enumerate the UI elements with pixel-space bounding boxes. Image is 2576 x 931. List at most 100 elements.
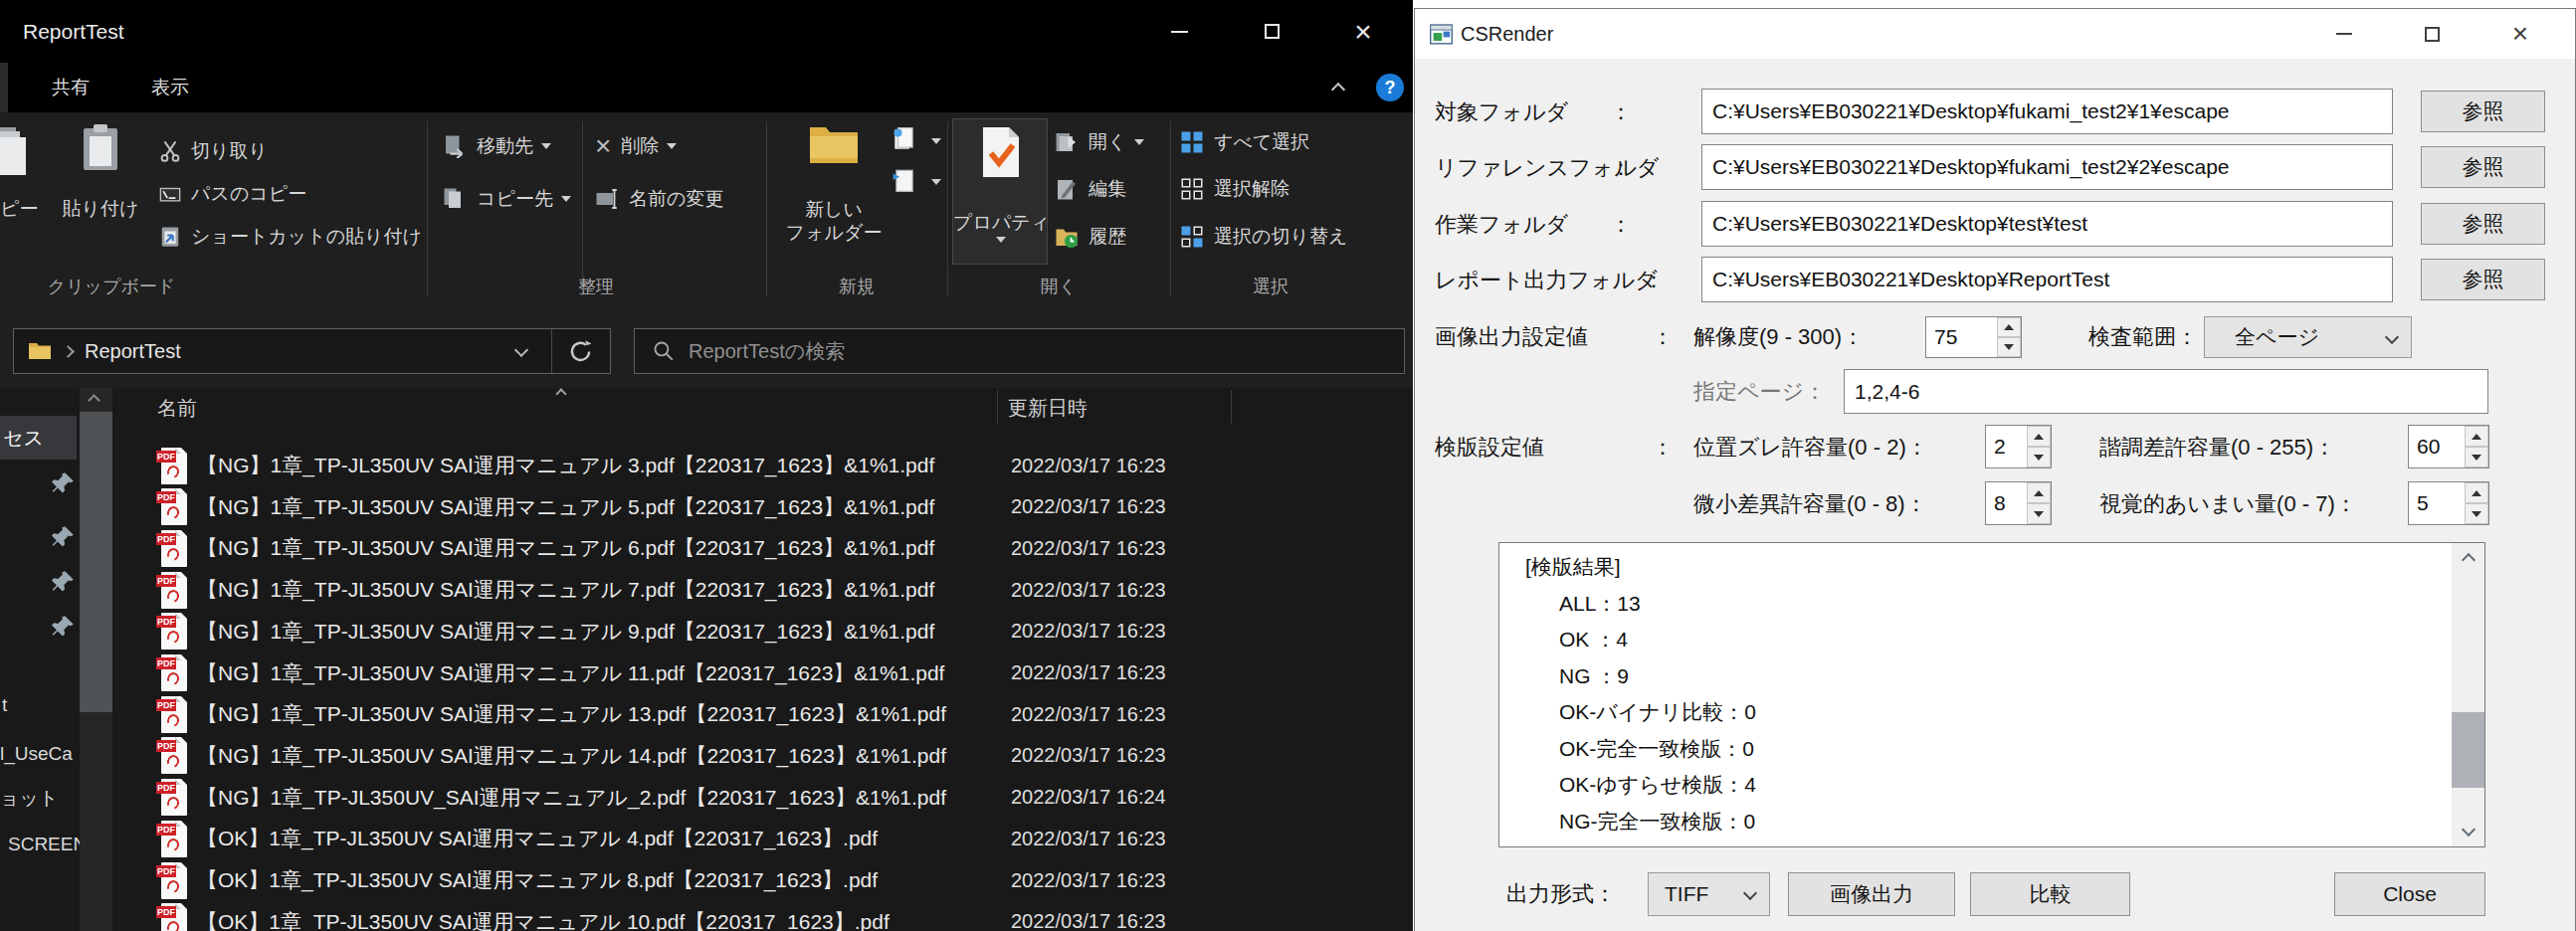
- chevron-down-icon[interactable]: [931, 138, 941, 144]
- cut-button[interactable]: 切り取り: [159, 136, 268, 166]
- csr-close-button[interactable]: ×: [2489, 9, 2551, 59]
- file-row[interactable]: PDF【NG】1章_TP-JL350UV SAI運用マニュアル 6.pdf【22…: [114, 527, 1413, 569]
- file-row[interactable]: PDF【NG】1章_TP-JL350UV SAI運用マニュアル 9.pdf【22…: [114, 611, 1413, 652]
- maximize-button[interactable]: [1234, 0, 1309, 63]
- visual-blur-spinner[interactable]: 5: [2408, 481, 2489, 525]
- column-header-date[interactable]: 更新日時: [1008, 393, 1088, 423]
- sidebar-item[interactable]: l_UseCa: [0, 743, 73, 765]
- spin-down-button[interactable]: [2027, 503, 2051, 524]
- close-dialog-button[interactable]: Close: [2334, 872, 2485, 916]
- paste-icon[interactable]: [82, 124, 119, 176]
- scrollbar-thumb[interactable]: [80, 412, 112, 712]
- address-dropdown-icon[interactable]: [514, 343, 528, 357]
- paste-shortcut-button[interactable]: ショートカットの貼り付け: [159, 222, 422, 252]
- file-row[interactable]: PDF【NG】1章_TP-JL350UV SAI運用マニュアル 3.pdf【22…: [114, 445, 1413, 486]
- file-row[interactable]: PDF【OK】1章_TP-JL350UV SAI運用マニュアル 8.pdf【22…: [114, 859, 1413, 901]
- spin-down-button[interactable]: [1997, 337, 2021, 357]
- spin-up-button[interactable]: [2465, 426, 2488, 447]
- file-row[interactable]: PDF【NG】1章_TP-JL350UV SAI運用マニュアル 13.pdf【2…: [114, 693, 1413, 735]
- browse-button[interactable]: 参照: [2421, 146, 2545, 188]
- folder-path-input[interactable]: C:¥Users¥EB030221¥Desktop¥ReportTest: [1701, 257, 2393, 302]
- copy-button[interactable]: ピー: [0, 196, 44, 222]
- tab-home-sliver[interactable]: [0, 63, 8, 112]
- pages-input[interactable]: 1,2,4-6: [1844, 369, 2488, 414]
- history-button[interactable]: 履歴: [1055, 222, 1126, 252]
- range-select[interactable]: 全ページ: [2204, 316, 2412, 358]
- resolution-spinner[interactable]: 75: [1925, 316, 2022, 358]
- sidebar-item[interactable]: t: [2, 694, 7, 716]
- results-listbox[interactable]: [検版結果]ALL：13OK ：4NG ：9OK-バイナリ比較：0OK-完全一致…: [1498, 542, 2485, 847]
- properties-button[interactable]: プロパティ: [952, 118, 1048, 265]
- help-button[interactable]: ?: [1376, 74, 1404, 101]
- image-output-button[interactable]: 画像出力: [1788, 872, 1955, 916]
- new-folder-icon[interactable]: [808, 123, 860, 169]
- address-bar[interactable]: ReportTest: [13, 328, 611, 374]
- select-none-button[interactable]: 選択解除: [1180, 174, 1289, 204]
- folder-path-input[interactable]: C:¥Users¥EB030221¥Desktop¥fukami_test2¥1…: [1701, 89, 2393, 134]
- file-row[interactable]: PDF【NG】1章_TP-JL350UV SAI運用マニュアル 14.pdf【2…: [114, 735, 1413, 777]
- select-all-button[interactable]: すべて選択: [1180, 127, 1309, 157]
- copy-icon[interactable]: [0, 125, 32, 183]
- scroll-down-button[interactable]: [2452, 817, 2484, 846]
- spin-up-button[interactable]: [2027, 482, 2051, 503]
- chevron-down-icon[interactable]: [931, 179, 941, 185]
- file-row[interactable]: PDF【OK】1章_TP-JL350UV SAI運用マニュアル 10.pdf【2…: [114, 901, 1413, 931]
- close-button[interactable]: ×: [1325, 0, 1401, 63]
- column-header-name[interactable]: 名前: [157, 393, 197, 423]
- column-divider[interactable]: [997, 390, 998, 424]
- new-folder-button[interactable]: 新しいフォルダー: [782, 198, 886, 244]
- folder-path-input[interactable]: C:¥Users¥EB030221¥Desktop¥test¥test: [1701, 201, 2393, 247]
- browse-button[interactable]: 参照: [2421, 259, 2545, 300]
- easy-access-button[interactable]: [892, 167, 917, 197]
- spin-up-button[interactable]: [2465, 482, 2488, 503]
- column-divider[interactable]: [1231, 390, 1232, 424]
- paste-button[interactable]: 貼り付け: [55, 196, 146, 222]
- move-to-button[interactable]: 移動先: [443, 131, 551, 161]
- rename-button[interactable]: 名前の変更: [595, 184, 723, 214]
- resolution-label: 解像度(9 - 300)：: [1693, 322, 1864, 352]
- csr-minimize-button[interactable]: [2313, 9, 2375, 59]
- results-scrollbar[interactable]: [2452, 543, 2484, 846]
- browse-button[interactable]: 参照: [2421, 203, 2545, 245]
- spin-down-button[interactable]: [2027, 447, 2051, 467]
- delete-button[interactable]: × 削除: [595, 131, 677, 161]
- file-row[interactable]: PDF【NG】1章_TP-JL350UV SAI運用マニュアル 11.pdf【2…: [114, 652, 1413, 694]
- refresh-icon[interactable]: [568, 339, 593, 364]
- file-row[interactable]: PDF【NG】1章_TP-JL350UV SAI運用マニュアル 7.pdf【22…: [114, 569, 1413, 611]
- file-row[interactable]: PDF【OK】1章_TP-JL350UV SAI運用マニュアル 4.pdf【22…: [114, 818, 1413, 859]
- collapse-ribbon-icon[interactable]: [1331, 83, 1345, 96]
- browse-button[interactable]: 参照: [2421, 91, 2545, 132]
- sidebar-scrollbar[interactable]: [80, 388, 112, 931]
- search-input[interactable]: ReportTestの検索: [634, 328, 1405, 374]
- sidebar-item[interactable]: SCREEN: [8, 834, 87, 855]
- csrender-window: CSRender × 対象フォルダ：C:¥Users¥EB030221¥Desk…: [1414, 8, 2576, 931]
- breadcrumb[interactable]: ReportTest: [85, 340, 181, 363]
- folder-path-input[interactable]: C:¥Users¥EB030221¥Desktop¥fukami_test2¥2…: [1701, 144, 2393, 190]
- scrollbar-thumb[interactable]: [2452, 712, 2484, 788]
- open-button[interactable]: 開く: [1055, 127, 1144, 157]
- copy-to-button[interactable]: コピー先: [443, 184, 571, 214]
- file-row[interactable]: PDF【NG】1章_TP-JL350UV SAI運用マニュアル 5.pdf【22…: [114, 486, 1413, 528]
- copy-path-button[interactable]: パスのコピー: [159, 179, 306, 209]
- position-tolerance-spinner[interactable]: 2: [1985, 425, 2052, 468]
- edit-button[interactable]: 編集: [1055, 174, 1126, 204]
- sidebar-item[interactable]: ョット: [0, 786, 58, 812]
- sidebar-item-quick-access[interactable]: セス: [0, 416, 77, 460]
- spin-up-button[interactable]: [2027, 426, 2051, 447]
- file-row[interactable]: PDF【NG】1章_TP-JL350UV_SAI運用マニュアル_2.pdf【22…: [114, 777, 1413, 819]
- tab-view[interactable]: 表示: [130, 63, 210, 112]
- spin-up-button[interactable]: [1997, 317, 2021, 337]
- new-item-button[interactable]: [892, 126, 917, 156]
- scroll-up-button[interactable]: [2452, 543, 2484, 573]
- minimize-button[interactable]: [1141, 0, 1217, 63]
- tab-share[interactable]: 共有: [31, 63, 110, 112]
- minor-diff-spinner[interactable]: 8: [1985, 481, 2052, 525]
- tone-tolerance-spinner[interactable]: 60: [2408, 425, 2489, 468]
- scroll-up-icon[interactable]: [88, 394, 100, 407]
- spin-down-button[interactable]: [2465, 503, 2488, 524]
- output-format-select[interactable]: TIFF: [1648, 872, 1770, 916]
- invert-selection-button[interactable]: 選択の切り替え: [1180, 222, 1347, 252]
- compare-button[interactable]: 比較: [1970, 872, 2130, 916]
- csr-maximize-button[interactable]: [2401, 9, 2463, 59]
- spin-down-button[interactable]: [2465, 447, 2488, 467]
